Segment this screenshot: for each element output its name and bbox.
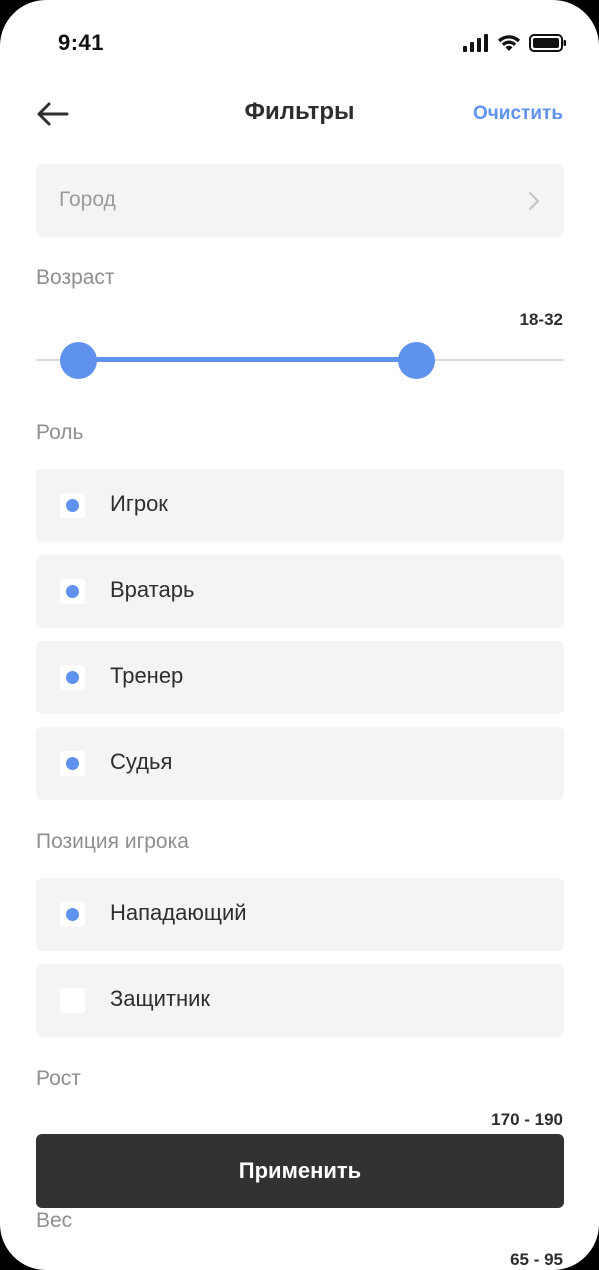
position-label: Позиция игрока <box>36 830 189 853</box>
slider-fill <box>78 357 417 362</box>
age-slider[interactable] <box>36 340 564 380</box>
status-time: 9:41 <box>58 30 105 55</box>
wifi-icon <box>498 35 520 51</box>
slider-thumb-max[interactable] <box>397 342 435 379</box>
option-label: Тренер <box>110 663 184 688</box>
checkbox[interactable] <box>60 988 85 1013</box>
checked-dot <box>66 757 79 770</box>
chevron-right-icon <box>529 192 539 210</box>
checked-dot <box>66 499 79 512</box>
checkbox[interactable] <box>60 493 85 518</box>
clear-button[interactable]: Очистить <box>473 103 563 125</box>
height-label: Рост <box>36 1067 81 1090</box>
position-option-defender[interactable]: Защитник <box>36 964 564 1037</box>
checkbox[interactable] <box>60 579 85 604</box>
role-label: Роль <box>36 421 84 444</box>
signal-icon <box>463 34 488 52</box>
age-range-value: 18-32 <box>519 310 563 329</box>
position-option-forward[interactable]: Нападающий <box>36 878 564 951</box>
option-label: Вратарь <box>110 577 195 602</box>
city-select[interactable]: Город <box>36 164 564 237</box>
checked-dot <box>66 908 79 921</box>
height-range-value: 170 - 190 <box>491 1110 563 1129</box>
role-option-referee[interactable]: Судья <box>36 727 564 800</box>
role-option-goalkeeper[interactable]: Вратарь <box>36 555 564 628</box>
option-label: Судья <box>110 749 173 774</box>
checkbox[interactable] <box>60 665 85 690</box>
weight-range-value: 65 - 95 <box>510 1250 563 1269</box>
city-placeholder: Город <box>59 188 116 211</box>
slider-thumb-min[interactable] <box>59 342 97 379</box>
age-label: Возраст <box>36 266 115 289</box>
role-option-player[interactable]: Игрок <box>36 469 564 542</box>
battery-icon <box>529 34 566 52</box>
checked-dot <box>66 585 79 598</box>
apply-button[interactable]: Применить <box>36 1134 564 1208</box>
option-label: Игрок <box>110 491 168 516</box>
option-label: Защитник <box>110 986 211 1011</box>
role-option-coach[interactable]: Тренер <box>36 641 564 714</box>
phone-screen: 9:41 Фильтры Очистить Город Возраст 18-3… <box>0 0 599 1270</box>
weight-label: Вес <box>36 1209 73 1232</box>
checked-dot <box>66 671 79 684</box>
option-label: Нападающий <box>110 900 247 925</box>
checkbox[interactable] <box>60 751 85 776</box>
checkbox[interactable] <box>60 902 85 927</box>
status-icons <box>463 34 567 52</box>
